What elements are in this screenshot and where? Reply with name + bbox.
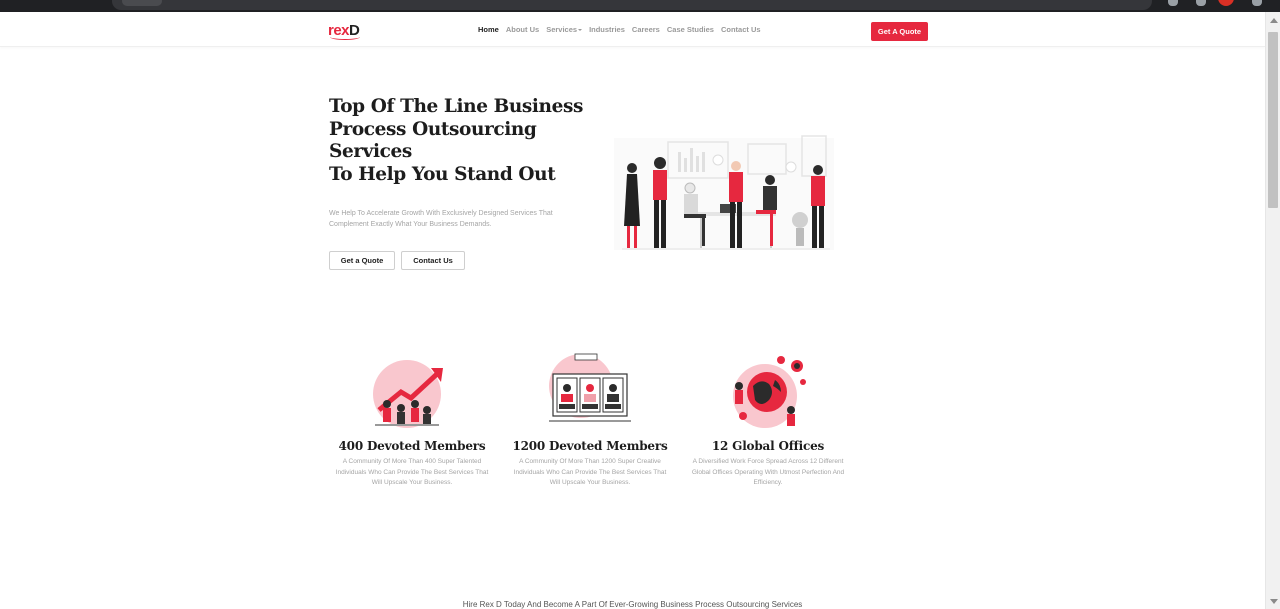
tagline: Hire Rex D Today And Become A Part Of Ev… xyxy=(462,600,803,609)
feature-description: A Community Of More Than 400 Super Talen… xyxy=(335,458,489,486)
feature-description: A Diversified Work Force Spread Across 1… xyxy=(691,458,845,486)
logo-swoosh xyxy=(330,34,360,40)
rexd-logo[interactable]: rexD xyxy=(328,19,360,41)
get-a-quote-button[interactable]: Get A Quote xyxy=(871,22,928,41)
feature-card: 1200 Devoted Members A Community Of More… xyxy=(505,352,675,489)
nav-case-studies[interactable]: Case Studies xyxy=(667,25,714,34)
hero-contact-us-button[interactable]: Contact Us xyxy=(401,251,465,270)
hero-title: Top Of The Line Business Process Outsour… xyxy=(329,96,589,186)
site-header: rexD Home About Us Services Industries C… xyxy=(0,12,1265,47)
hero-subtitle: We Help To Accelerate Growth With Exclus… xyxy=(329,210,553,228)
address-bar[interactable] xyxy=(112,0,1152,10)
bookmark-icon[interactable] xyxy=(1196,0,1206,6)
scroll-down-icon[interactable] xyxy=(1270,599,1278,604)
scroll-up-icon[interactable] xyxy=(1270,18,1278,23)
nav-home[interactable]: Home xyxy=(478,25,499,34)
hero-get-quote-button[interactable]: Get a Quote xyxy=(329,251,395,270)
feature-title: 400 Devoted Members xyxy=(338,439,486,453)
nav-services-label: Services xyxy=(546,25,578,34)
business-team-illustration xyxy=(614,135,834,250)
feature-card: 12 Global Offices A Diversified Work For… xyxy=(683,352,853,489)
team-growth-illustration-icon xyxy=(373,360,443,428)
browser-toolbar xyxy=(0,0,1280,12)
hero-title-line: Process Outsourcing xyxy=(329,118,537,140)
chevron-down-icon xyxy=(578,29,583,32)
hero-title-line: To Help You Stand Out xyxy=(329,163,556,185)
profile-avatar-icon[interactable] xyxy=(1218,0,1234,6)
scrollbar-thumb[interactable] xyxy=(1268,32,1278,208)
menu-icon[interactable] xyxy=(1252,0,1262,6)
site-info-chip[interactable] xyxy=(122,0,162,6)
feature-title: 12 Global Offices xyxy=(711,439,825,453)
main-nav: Home About Us Services Industries Career… xyxy=(478,25,761,34)
page-scrollbar[interactable] xyxy=(1265,12,1280,609)
nav-about-us[interactable]: About Us xyxy=(506,25,539,34)
extensions-icon[interactable] xyxy=(1168,0,1178,6)
feature-description: A Community Of More Than 1200 Super Crea… xyxy=(513,458,667,486)
nav-contact-us[interactable]: Contact Us xyxy=(721,25,761,34)
feature-title: 1200 Devoted Members xyxy=(512,439,668,453)
nav-careers[interactable]: Careers xyxy=(632,25,660,34)
hero-title-line: Top Of The Line Business xyxy=(329,96,583,117)
nav-services[interactable]: Services xyxy=(546,25,583,34)
team-profiles-illustration-icon xyxy=(549,353,631,422)
globe-network-illustration-icon xyxy=(733,356,806,428)
nav-industries[interactable]: Industries xyxy=(589,25,625,34)
feature-card: 400 Devoted Members A Community Of More … xyxy=(327,352,497,489)
hero-title-line: Services xyxy=(329,141,412,162)
